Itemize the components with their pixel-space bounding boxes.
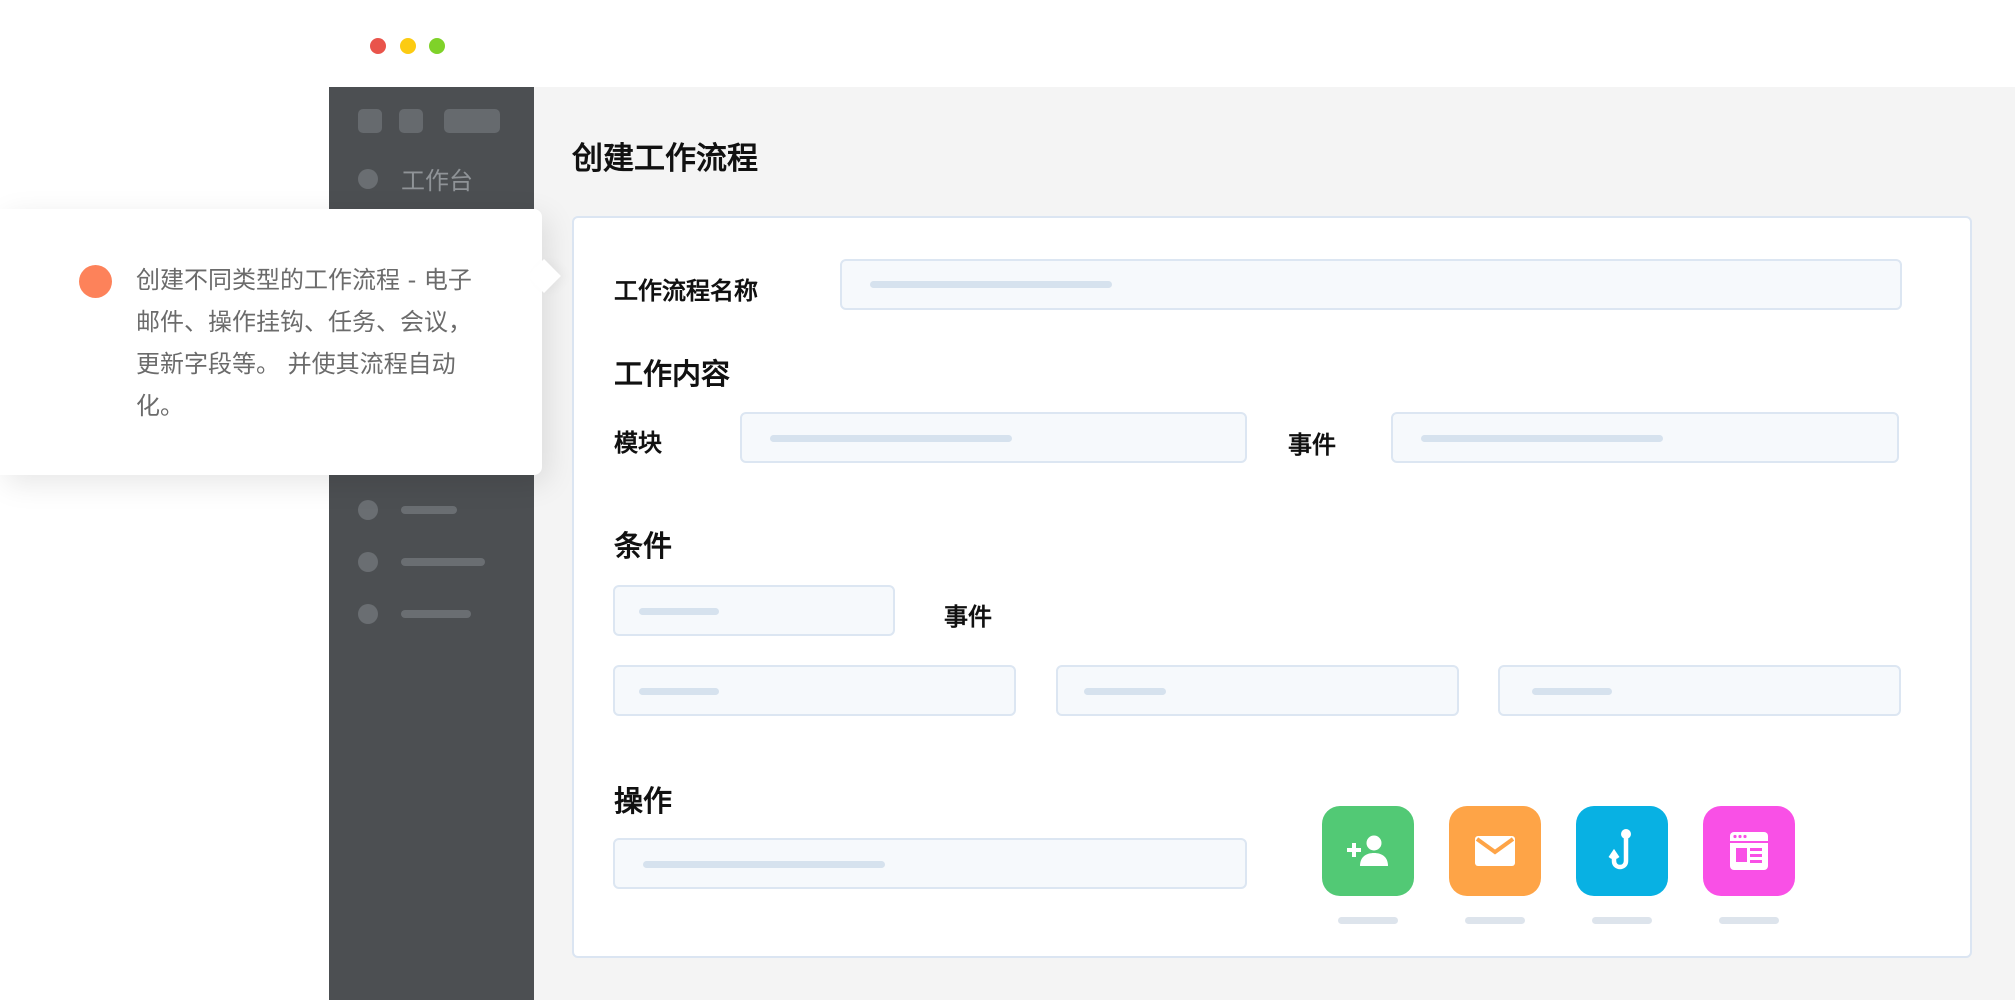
input-placeholder [1532,688,1612,695]
condition-field-input[interactable] [613,665,1016,716]
module-select[interactable] [740,412,1247,463]
sidebar-item-label: 工作台 [401,167,473,195]
sidebar-toolbar-button[interactable] [444,109,500,133]
sidebar-bullet-icon [358,169,378,189]
hook-icon [1608,829,1631,870]
input-placeholder [870,281,1112,288]
action-caption-placeholder [1338,917,1398,924]
email-icon [1475,836,1515,866]
input-placeholder [639,608,719,615]
add-user-action-button[interactable] [1322,806,1414,896]
condition-event-label: 事件 [944,603,992,631]
workflow-name-label: 工作流程名称 [614,277,758,305]
window-close-button[interactable] [370,38,386,54]
condition-value-input[interactable] [1498,665,1901,716]
email-action-button[interactable] [1449,806,1541,896]
window-minimize-button[interactable] [400,38,416,54]
content-section-title: 工作内容 [614,357,731,391]
window-maximize-button[interactable] [429,38,445,54]
add-user-icon [1347,835,1388,866]
sidebar-toolbar-button[interactable] [358,109,382,133]
sidebar-item-placeholder [401,558,485,566]
action-caption-placeholder [1719,917,1779,924]
sidebar-item-placeholder [401,506,457,514]
sidebar-toolbar-button[interactable] [399,109,423,133]
callout-bullet-icon [79,265,112,298]
sidebar-bullet-icon [358,552,378,572]
input-placeholder [1421,435,1663,442]
callout-text: 创建不同类型的工作流程 - 电子邮件、操作挂钩、任务、会议，更新字段等。 并使其… [136,266,472,420]
event-label: 事件 [1288,431,1336,459]
web-page-action-button[interactable] [1703,806,1795,896]
sidebar-bullet-icon [358,604,378,624]
sidebar-bullet-icon [358,500,378,520]
sidebar-item-placeholder [401,610,471,618]
condition-section-title: 条件 [614,529,673,563]
input-placeholder [639,688,719,695]
page-title: 创建工作流程 [572,141,758,177]
input-placeholder [643,861,885,868]
web-page-icon [1730,832,1768,870]
input-placeholder [770,435,1012,442]
workflow-name-input[interactable] [840,259,1902,310]
action-caption-placeholder [1465,917,1525,924]
input-placeholder [1084,688,1166,695]
event-select[interactable] [1391,412,1899,463]
module-label: 模块 [614,429,662,457]
condition-operator-input[interactable] [1056,665,1459,716]
condition-select[interactable] [613,585,895,636]
action-caption-placeholder [1592,917,1652,924]
action-section-title: 操作 [614,784,673,818]
hook-action-button[interactable] [1576,806,1668,896]
action-select[interactable] [613,838,1247,889]
